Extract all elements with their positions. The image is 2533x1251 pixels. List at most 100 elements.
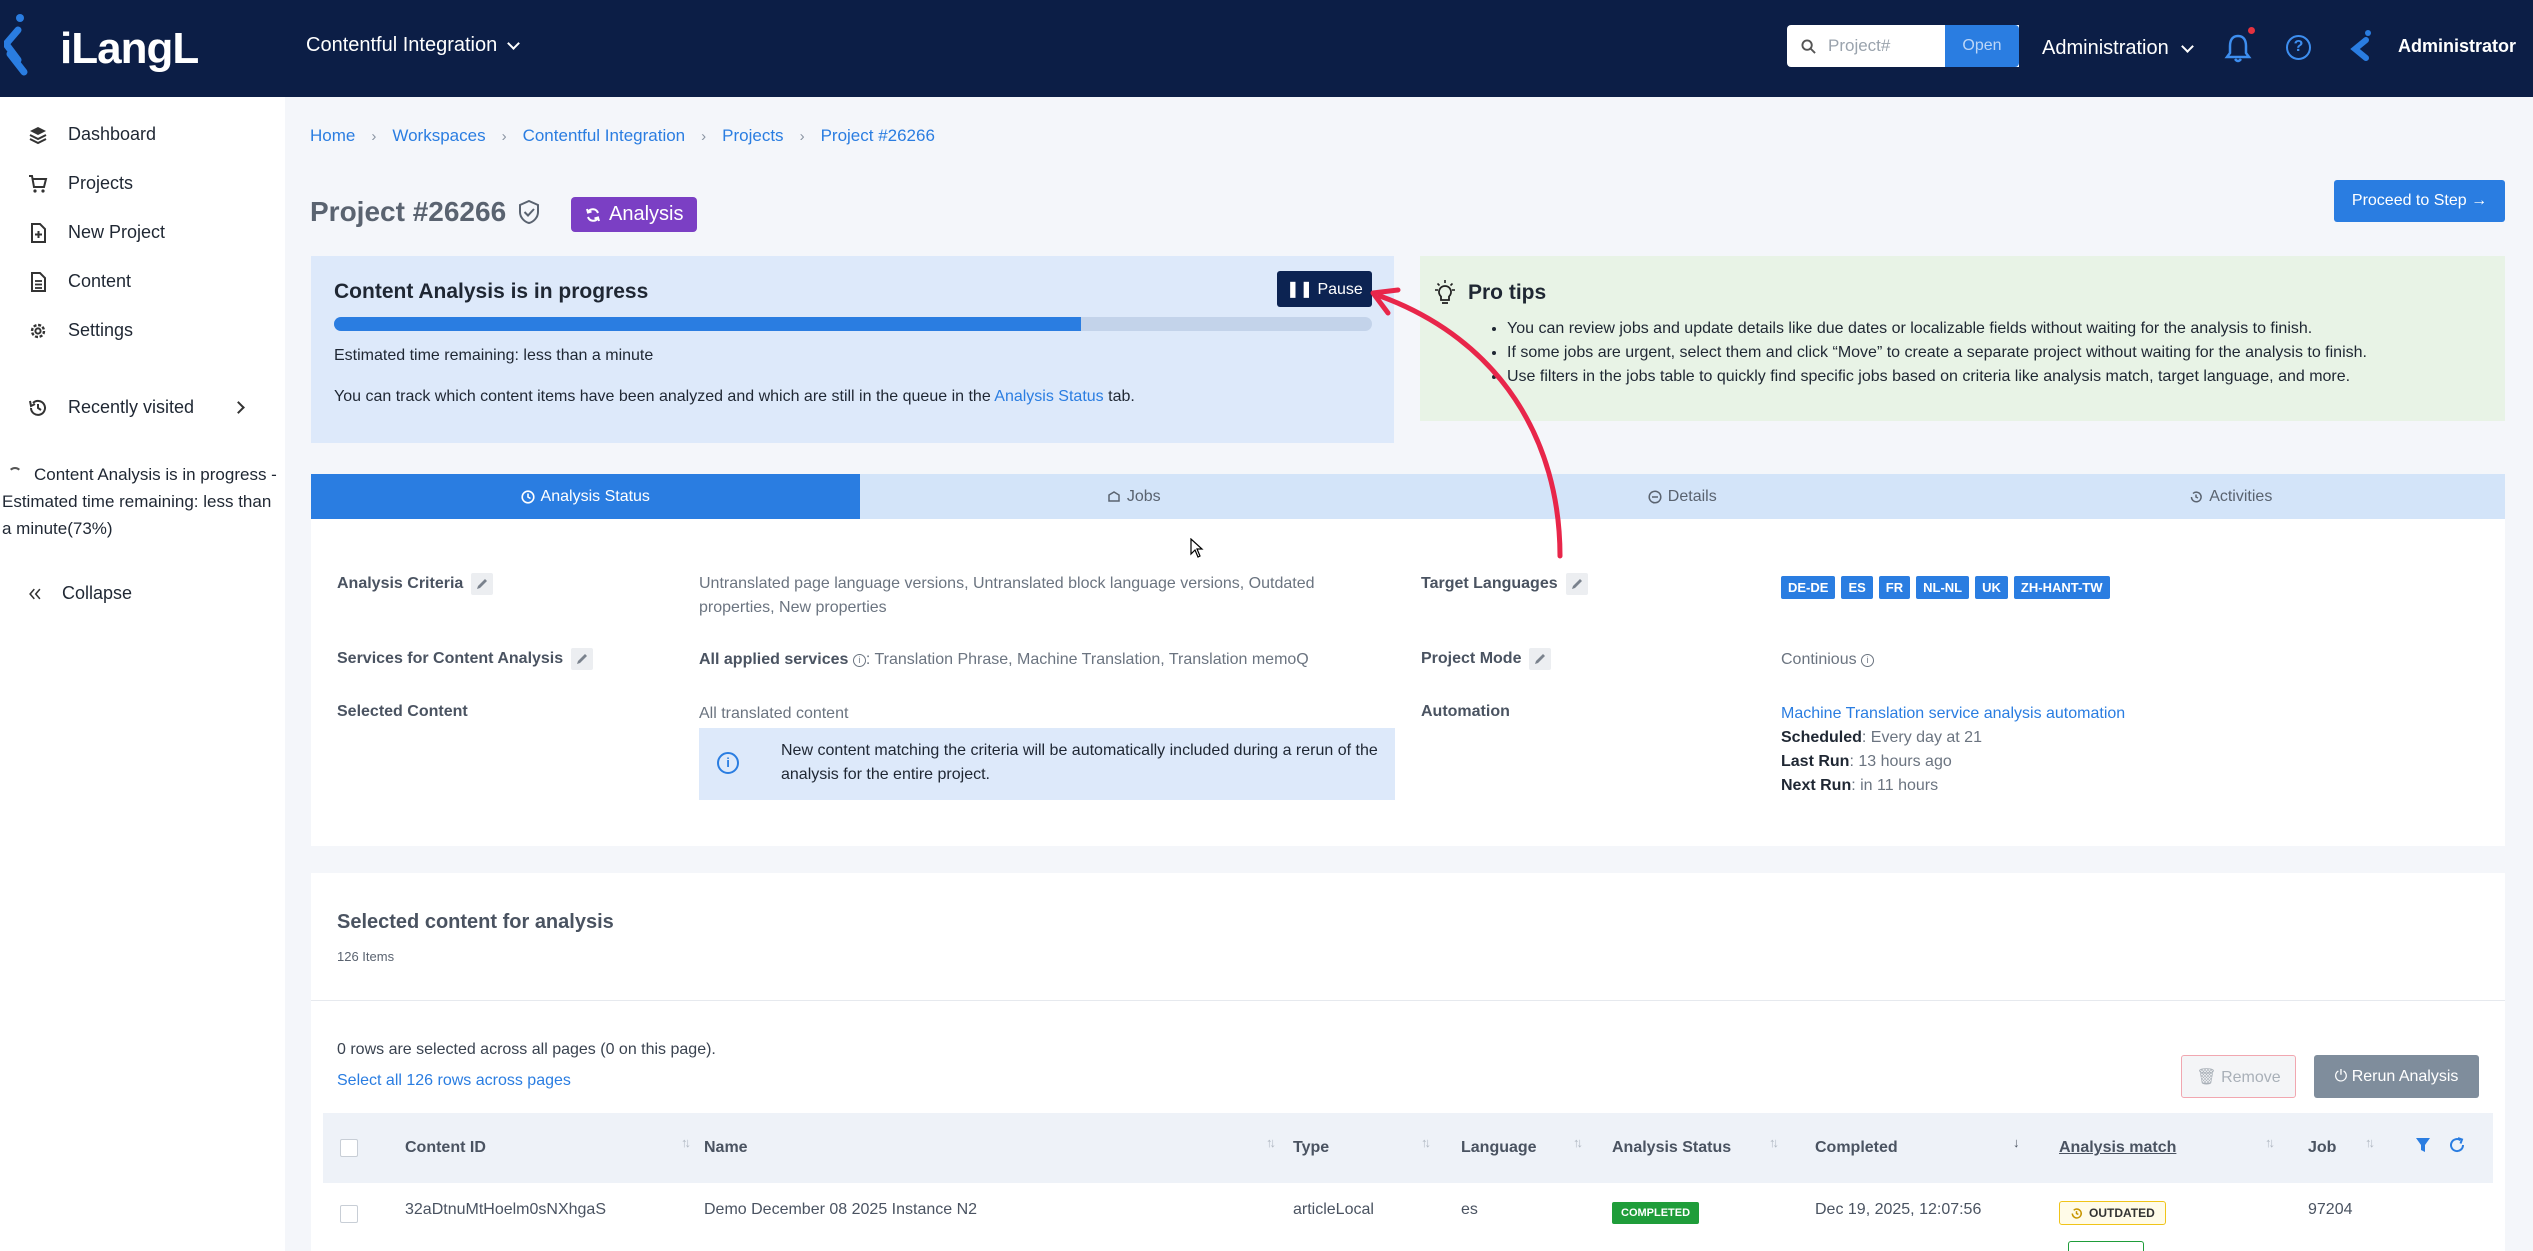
pro-tip-item: If some jobs are urgent, select them and… [1507,341,2367,365]
document-icon [31,271,46,292]
language-tag: ZH-HANT-TW [2013,576,2110,599]
sidebar-item-label: Projects [68,173,134,193]
scheduled-value: : Every day at 21 [1861,729,1982,746]
edit-pencil-icon[interactable] [471,573,494,595]
tab-jobs[interactable]: Jobs [860,474,1409,519]
sidebar-item-projects[interactable]: Projects [28,173,133,194]
column-content-id[interactable]: Content ID [405,1113,486,1183]
chevron-down-icon [507,36,521,50]
analysis-progress-bar [334,317,1372,331]
project-title: Project #26266 [310,196,507,227]
selected-content-label: Selected Content [337,703,468,720]
info-icon: i [717,752,739,774]
sidebar-item-recently-visited[interactable]: Recently visited [28,397,258,418]
trash-icon: 🗑 [2196,1068,2217,1086]
analysis-progress-card: Content Analysis is in progress ❚❚ Pause… [311,256,1394,443]
table-row[interactable]: 32aDtnuMtHoelm0sNXhgaS Demo December 08 … [323,1183,2493,1251]
pause-button[interactable]: ❚❚ Pause [1277,271,1372,307]
user-menu[interactable]: Administrator [2350,30,2516,62]
column-language[interactable]: Language [1461,1113,1537,1183]
sort-icon[interactable]: ↑↓ [2365,1135,2375,1150]
sidebar-item-new-project[interactable]: New Project [28,222,165,243]
status-badge: Analysis [571,197,698,232]
automation-link[interactable]: Machine Translation service analysis aut… [1781,705,2125,722]
column-job[interactable]: Job [2308,1113,2336,1183]
sidebar-item-content[interactable]: Content [28,271,131,292]
sort-icon[interactable]: ↑↓ [681,1135,691,1150]
pro-tips-list: You can review jobs and update details l… [1507,317,2367,389]
select-all-checkbox[interactable] [340,1113,358,1183]
services-bold: All applied services [699,651,849,668]
sidebar-item-settings[interactable]: Settings [28,320,133,341]
remove-button[interactable]: 🗑 Remove [2181,1055,2296,1098]
content-name-link[interactable]: Demo December 08 2025 Instance N2 [704,1201,977,1219]
user-logo-icon [2350,30,2371,61]
sort-icon[interactable]: ↑↓ [1266,1135,1276,1150]
notifications-bell-icon[interactable] [2224,27,2255,63]
outdated-badge: OUTDATED [2059,1201,2166,1225]
edit-pencil-icon[interactable] [1529,648,1552,670]
workspace-switcher[interactable]: Contentful Integration [306,34,521,57]
double-chevron-left-icon [29,588,41,599]
sort-icon[interactable]: ↑↓ [1421,1135,1431,1150]
next-run-value: : in 11 hours [1851,777,1939,794]
tab-label: Jobs [1126,487,1161,505]
edit-pencil-icon[interactable] [571,648,594,670]
rerun-analysis-button[interactable]: ⏻ Rerun Analysis [2314,1055,2479,1098]
table-header: Content ID ↑↓ Name ↑↓ Type ↑↓ Language ↑… [323,1113,2493,1183]
arrow-right-icon: → [2471,192,2488,209]
breadcrumb-workspace[interactable]: Contentful Integration [523,126,686,146]
tab-activities[interactable]: Activities [1957,474,2506,519]
outdated-label: OUTDATED [2089,1206,2155,1220]
selected-content-value: All translated content [699,705,849,722]
column-analysis-status[interactable]: Analysis Status [1612,1113,1731,1183]
services-value: All applied services i: Translation Phra… [699,648,1309,672]
sidebar-item-label: New Project [68,222,166,242]
sort-icon[interactable]: ↑↓ [1573,1135,1583,1150]
sidebar-collapse-button[interactable]: Collapse [28,583,132,604]
job-link[interactable]: 97204 [2308,1201,2353,1219]
tab-details[interactable]: Details [1408,474,1957,519]
column-completed[interactable]: Completed [1815,1113,1898,1183]
breadcrumb-workspaces[interactable]: Workspaces [392,126,485,146]
rerun-notice: i New content matching the criteria will… [699,728,1395,800]
rows-selected-text: 0 rows are selected across all pages (0 … [337,1041,716,1058]
cart-icon [29,174,48,193]
administration-menu[interactable]: Administration [2042,37,2194,60]
logo[interactable]: iLangL [4,14,199,84]
proceed-label: Proceed to Step [2351,192,2467,209]
content-language[interactable]: es [1461,1201,1478,1219]
column-type[interactable]: Type [1293,1113,1329,1183]
breadcrumb-home[interactable]: Home [310,126,355,146]
sort-icon[interactable]: ↑↓ [1769,1135,1779,1150]
pro-tips-card: Pro tips You can review jobs and update … [1420,256,2505,421]
pro-tip-item: You can review jobs and update details l… [1507,317,2367,341]
refresh-icon[interactable] [2448,1136,2466,1154]
breadcrumb-projects[interactable]: Projects [722,126,783,146]
target-languages-text: Target Languages [1421,575,1558,592]
next-run-label: Next Run [1781,777,1852,794]
edit-pencil-icon[interactable] [1565,573,1588,595]
sort-desc-icon[interactable]: ↓ [2013,1135,2019,1150]
track-info: You can track which content items have b… [334,388,1135,406]
clock-icon [520,489,535,504]
language-tags: DE-DE ES FR NL-NL UK ZH-HANT-TW [1781,576,2116,599]
content-id-link[interactable]: 32aDtnuMtHoelm0sNXhgaS [405,1201,606,1219]
breadcrumb-current-project[interactable]: Project #26266 [821,126,935,146]
tab-analysis-status[interactable]: Analysis Status [311,474,860,519]
open-button[interactable]: Open [1945,25,2019,67]
sidebar-item-dashboard[interactable]: Dashboard [28,124,156,145]
help-icon[interactable]: ? [2286,35,2311,60]
breadcrumb-separator: › [799,127,805,145]
pause-label: Pause [1317,281,1363,298]
analysis-status-link[interactable]: Analysis Status [994,388,1103,405]
row-checkbox[interactable] [340,1205,358,1223]
proceed-to-step-button[interactable]: Proceed to Step → [2334,180,2505,222]
sort-icon[interactable]: ↑↓ [2265,1135,2275,1150]
column-analysis-match[interactable]: Analysis match [2059,1113,2176,1183]
jobs-icon [1108,490,1120,502]
select-all-link[interactable]: Select all 126 rows across pages [337,1072,571,1090]
filter-icon[interactable] [2415,1137,2431,1153]
column-name[interactable]: Name [704,1113,748,1183]
sidebar-item-label: Settings [68,320,134,340]
